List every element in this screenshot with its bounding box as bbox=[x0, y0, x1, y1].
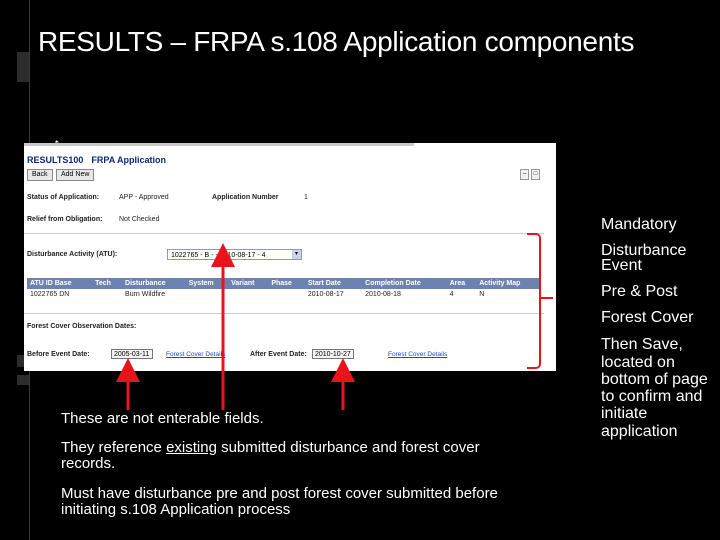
caption-text: submitted disturbance and forest cover bbox=[216, 439, 480, 456]
note-pre-post: Pre & Post bbox=[601, 283, 678, 300]
caption-records: records. bbox=[61, 455, 116, 472]
note-bottom-of-page: bottom of page bbox=[601, 371, 708, 388]
note-event: Event bbox=[601, 257, 642, 274]
note-initiate: initiate bbox=[601, 405, 648, 422]
note-then-save: Then Save, bbox=[601, 336, 683, 353]
caption-emphasis: existing bbox=[166, 439, 217, 456]
caption-reference: They reference existing submitted distur… bbox=[61, 440, 480, 456]
note-mandatory: Mandatory bbox=[601, 216, 677, 233]
caption-must-have: Must have disturbance pre and post fores… bbox=[61, 485, 498, 502]
note-confirm: to confirm and bbox=[601, 388, 703, 405]
caption-initiating: initiating s.108 Application process bbox=[61, 501, 291, 518]
caption-text: They reference bbox=[61, 439, 167, 456]
caption-not-enterable: These are not enterable fields. bbox=[61, 410, 264, 427]
note-application: application bbox=[601, 423, 678, 440]
note-located-on: located on bbox=[601, 354, 675, 371]
note-forest-cover: Forest Cover bbox=[601, 309, 694, 326]
